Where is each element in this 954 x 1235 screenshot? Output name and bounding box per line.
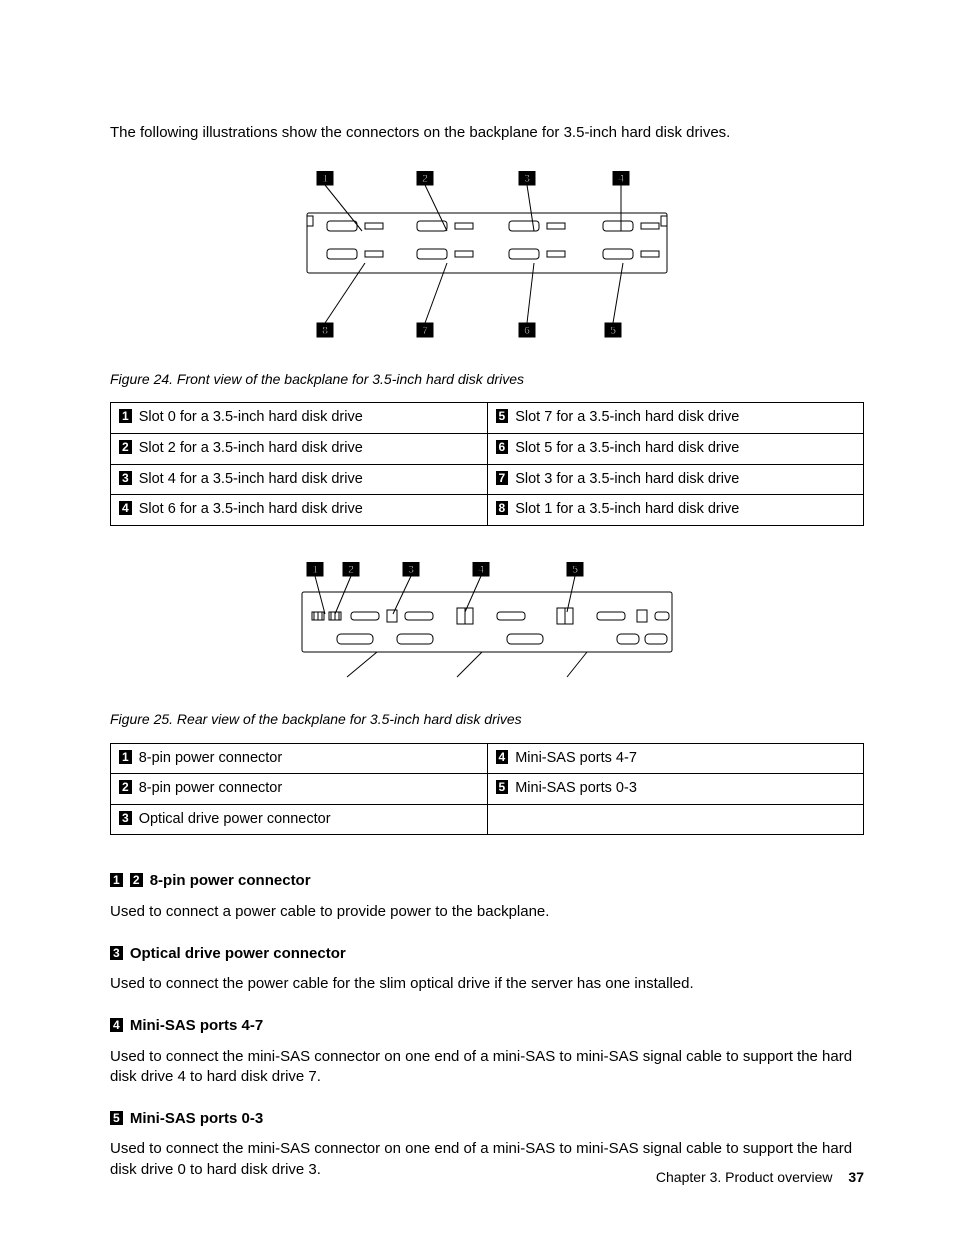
cell: 7 Slot 3 for a 3.5-inch hard disk drive xyxy=(487,464,864,495)
svg-text:7: 7 xyxy=(422,325,428,337)
callout-chip: 4 xyxy=(110,1018,123,1032)
callout-chip: 5 xyxy=(496,409,509,423)
footer-chapter: Chapter 3. Product overview xyxy=(656,1169,833,1185)
svg-text:4: 4 xyxy=(618,173,625,185)
callout-chip: 4 xyxy=(496,750,509,764)
svg-text:2: 2 xyxy=(422,173,428,185)
cell: 2 Slot 2 for a 3.5-inch hard disk drive xyxy=(111,433,488,464)
page-footer: Chapter 3. Product overview 37 xyxy=(656,1168,864,1187)
callout-chip: 8 xyxy=(496,501,509,515)
callout-chip: 5 xyxy=(110,1111,123,1125)
svg-text:2: 2 xyxy=(348,564,354,576)
figure-24: 1 2 3 4 xyxy=(110,171,864,347)
callout-chip: 6 xyxy=(496,440,509,454)
svg-text:3: 3 xyxy=(408,564,414,576)
callout-chip: 4 xyxy=(119,501,132,515)
table-row: 2 8-pin power connector5 Mini-SAS ports … xyxy=(111,774,864,805)
callout-chip: 3 xyxy=(119,471,132,485)
table-row: 1 Slot 0 for a 3.5-inch hard disk drive5… xyxy=(111,403,864,434)
section-body: Used to connect the mini-SAS connector o… xyxy=(110,1047,864,1088)
callout-chip: 1 xyxy=(322,173,328,185)
footer-page-number: 37 xyxy=(848,1169,864,1185)
table-row: 3 Optical drive power connector xyxy=(111,804,864,835)
callout-chip: 3 xyxy=(119,811,132,825)
callout-chip: 2 xyxy=(130,873,143,887)
figure-25: 1 2 3 4 xyxy=(110,562,864,688)
svg-text:5: 5 xyxy=(610,325,616,337)
table-25: 1 8-pin power connector4 Mini-SAS ports … xyxy=(110,743,864,836)
callout-top: 1 2 3 4 xyxy=(317,171,629,231)
intro-paragraph: The following illustrations show the con… xyxy=(110,123,864,143)
section-body: Used to connect a power cable to provide… xyxy=(110,902,864,922)
table-row: 4 Slot 6 for a 3.5-inch hard disk drive8… xyxy=(111,495,864,526)
section-heading: 1 2 8-pin power connector xyxy=(110,871,864,891)
section-heading: 3 Optical drive power connector xyxy=(110,944,864,964)
table-row: 1 8-pin power connector4 Mini-SAS ports … xyxy=(111,743,864,774)
callout-chip: 1 xyxy=(119,750,132,764)
cell: 3 Optical drive power connector xyxy=(111,804,488,835)
callout-chip: 5 xyxy=(496,780,509,794)
cell xyxy=(487,804,864,835)
section-heading: 4 Mini-SAS ports 4-7 xyxy=(110,1016,864,1036)
cell: 5 Mini-SAS ports 0-3 xyxy=(487,774,864,805)
callout-chip: 1 xyxy=(119,409,132,423)
svg-text:3: 3 xyxy=(524,173,530,185)
cell: 4 Slot 6 for a 3.5-inch hard disk drive xyxy=(111,495,488,526)
section-body: Used to connect the power cable for the … xyxy=(110,974,864,994)
svg-text:1: 1 xyxy=(312,564,318,576)
cell: 1 Slot 0 for a 3.5-inch hard disk drive xyxy=(111,403,488,434)
cell: 8 Slot 1 for a 3.5-inch hard disk drive xyxy=(487,495,864,526)
svg-text:6: 6 xyxy=(524,325,530,337)
cell: 4 Mini-SAS ports 4-7 xyxy=(487,743,864,774)
figure-25-caption: Figure 25. Rear view of the backplane fo… xyxy=(110,710,864,729)
cell: 5 Slot 7 for a 3.5-inch hard disk drive xyxy=(487,403,864,434)
cell: 2 8-pin power connector xyxy=(111,774,488,805)
figure-24-caption: Figure 24. Front view of the backplane f… xyxy=(110,370,864,389)
callout-chip: 2 xyxy=(119,440,132,454)
cell: 3 Slot 4 for a 3.5-inch hard disk drive xyxy=(111,464,488,495)
table-row: 3 Slot 4 for a 3.5-inch hard disk drive7… xyxy=(111,464,864,495)
callout-chip: 7 xyxy=(496,471,509,485)
svg-text:8: 8 xyxy=(322,325,328,337)
svg-text:4: 4 xyxy=(478,564,485,576)
cell: 1 8-pin power connector xyxy=(111,743,488,774)
callout-chip: 2 xyxy=(119,780,132,794)
cell: 6 Slot 5 for a 3.5-inch hard disk drive xyxy=(487,433,864,464)
table-row: 2 Slot 2 for a 3.5-inch hard disk drive6… xyxy=(111,433,864,464)
callout-chip: 1 xyxy=(110,873,123,887)
callout-chip: 3 xyxy=(110,946,123,960)
table-24: 1 Slot 0 for a 3.5-inch hard disk drive5… xyxy=(110,402,864,525)
section-heading: 5 Mini-SAS ports 0-3 xyxy=(110,1109,864,1129)
svg-text:5: 5 xyxy=(572,564,578,576)
